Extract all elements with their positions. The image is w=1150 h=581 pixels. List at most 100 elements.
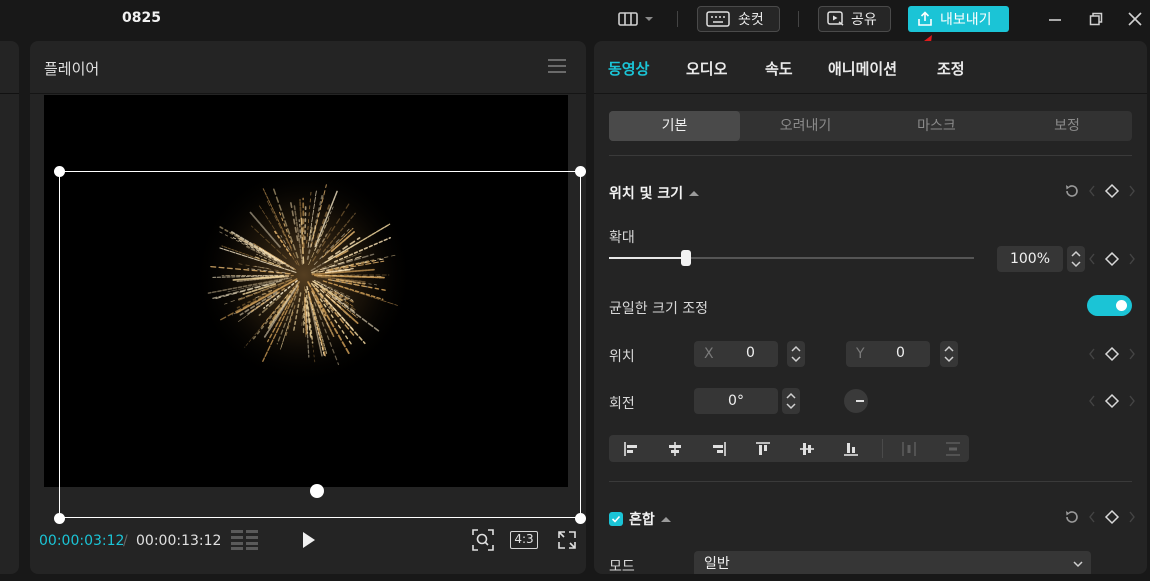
tab-audio[interactable]: 오디오 [686, 58, 727, 79]
time-separator: / [123, 533, 128, 549]
restore-button[interactable] [1087, 10, 1105, 28]
rotation-dial[interactable] [844, 389, 868, 413]
align-top-icon[interactable] [741, 435, 785, 462]
section-position-size[interactable]: 위치 및 크기 [609, 183, 700, 203]
export-label: 내보내기 [940, 12, 992, 28]
zoom-fit-icon[interactable] [472, 529, 494, 551]
subtab-retouch[interactable]: 보정 [1002, 111, 1132, 141]
blend-mode-select[interactable]: 일반 [694, 551, 1091, 574]
position-x-field[interactable]: X 0 [694, 341, 778, 367]
y-axis-label: Y [856, 346, 865, 362]
section-title: 위치 및 크기 [609, 186, 684, 202]
inspector-tabs: 동영상 오디오 속도 애니메이션 조정 [594, 41, 1147, 94]
current-time: 00:00:03:12 [39, 533, 125, 549]
divider [798, 11, 799, 27]
section-title: 혼합 [629, 512, 655, 528]
player-header: 플레이어 [30, 41, 586, 94]
chevron-down-icon [1073, 561, 1083, 568]
total-time: 00:00:13:12 [136, 533, 222, 549]
position-label: 위치 [609, 349, 635, 365]
subtab-bar: 기본 오려내기 마스크 보정 [609, 111, 1132, 141]
aspect-ratio-button[interactable]: 4:3 [510, 531, 538, 549]
minimize-button[interactable] [1046, 10, 1064, 28]
alignment-toolbar [609, 435, 969, 462]
keyframe-diamond-icon[interactable] [1089, 251, 1135, 267]
y-value: 0 [896, 345, 905, 361]
rotate-handle[interactable] [310, 484, 324, 498]
chevron-down-icon [645, 17, 653, 21]
rotation-label: 회전 [609, 396, 635, 412]
checkbox-icon[interactable] [609, 512, 623, 526]
menu-icon[interactable] [548, 59, 566, 73]
scale-slider-thumb[interactable] [680, 250, 691, 266]
rotation-value[interactable]: 0° [694, 388, 778, 414]
divider [677, 11, 678, 27]
collapse-icon [660, 516, 671, 522]
x-value: 0 [746, 345, 755, 361]
grid-icon[interactable] [231, 530, 259, 550]
scale-label: 확대 [609, 230, 635, 246]
tab-video[interactable]: 동영상 [608, 58, 649, 79]
keyframe-diamond-icon[interactable] [1089, 393, 1135, 409]
x-stepper[interactable] [787, 341, 805, 367]
scale-slider[interactable] [609, 250, 974, 266]
share-button[interactable]: 공유 [818, 6, 891, 32]
layout-button[interactable] [618, 9, 660, 29]
play-icon[interactable] [298, 530, 318, 550]
keyframe-diamond-icon[interactable] [1089, 183, 1135, 199]
uniform-scale-label: 균일한 크기 조정 [609, 301, 709, 317]
divider [882, 439, 883, 458]
blend-mode-value: 일반 [704, 556, 730, 572]
tab-speed[interactable]: 속도 [765, 58, 793, 79]
player-controls: 00:00:03:12 / 00:00:13:12 4:3 [30, 519, 586, 564]
distribute-h-icon [887, 435, 931, 462]
reset-icon[interactable] [1064, 183, 1080, 199]
scale-slider-fill [609, 257, 686, 259]
y-stepper[interactable] [940, 341, 958, 367]
keyframe-diamond-icon[interactable] [1089, 346, 1135, 362]
export-button[interactable]: 내보내기 [908, 6, 1009, 32]
player-panel: 플레이어 00:00:03:12 / 00:00:13:12 4:3 [30, 41, 586, 574]
rotation-stepper[interactable] [782, 388, 800, 414]
scale-value[interactable]: 100% [997, 246, 1063, 272]
shortcut-button[interactable]: 숏컷 [697, 6, 780, 32]
divider [609, 155, 1132, 156]
tab-adjust[interactable]: 조정 [937, 58, 965, 79]
align-center-h-icon[interactable] [653, 435, 697, 462]
share-video-icon [827, 11, 844, 26]
reset-icon[interactable] [1064, 509, 1080, 525]
shortcut-label: 숏컷 [738, 12, 764, 28]
collapse-icon [689, 190, 700, 196]
uniform-scale-toggle[interactable] [1087, 295, 1132, 316]
subtab-basic[interactable]: 기본 [609, 111, 740, 141]
restore-icon [1089, 12, 1103, 26]
keyframe-diamond-icon[interactable] [1089, 509, 1135, 525]
media-panel-edge [0, 41, 19, 574]
resize-handle[interactable] [54, 166, 65, 177]
scale-stepper[interactable] [1067, 246, 1085, 272]
align-left-icon[interactable] [609, 435, 653, 462]
mode-label: 모드 [609, 559, 635, 574]
distribute-v-icon [931, 435, 975, 462]
title-bar: 0825 숏컷 공유 내보내기 [0, 0, 1150, 40]
align-bottom-icon[interactable] [829, 435, 873, 462]
preview-canvas[interactable] [44, 95, 586, 524]
project-title: 0825 [122, 10, 161, 26]
selection-box[interactable] [59, 171, 581, 518]
resize-handle[interactable] [575, 166, 586, 177]
fullscreen-icon[interactable] [557, 530, 577, 550]
position-y-field[interactable]: Y 0 [846, 341, 930, 367]
align-center-v-icon[interactable] [785, 435, 829, 462]
player-title: 플레이어 [44, 60, 100, 78]
close-button[interactable] [1126, 10, 1144, 28]
layout-icon [618, 12, 638, 26]
close-icon [1128, 12, 1142, 26]
inspector-panel: 동영상 오디오 속도 애니메이션 조정 기본 오려내기 마스크 보정 위치 및 … [594, 41, 1147, 574]
align-right-icon[interactable] [697, 435, 741, 462]
subtab-mask[interactable]: 마스크 [871, 111, 1002, 141]
upload-icon [918, 11, 932, 26]
tab-animation[interactable]: 애니메이션 [828, 58, 897, 79]
section-blend[interactable]: 혼합 [609, 509, 671, 529]
divider [609, 481, 1132, 482]
subtab-cutout[interactable]: 오려내기 [740, 111, 871, 141]
